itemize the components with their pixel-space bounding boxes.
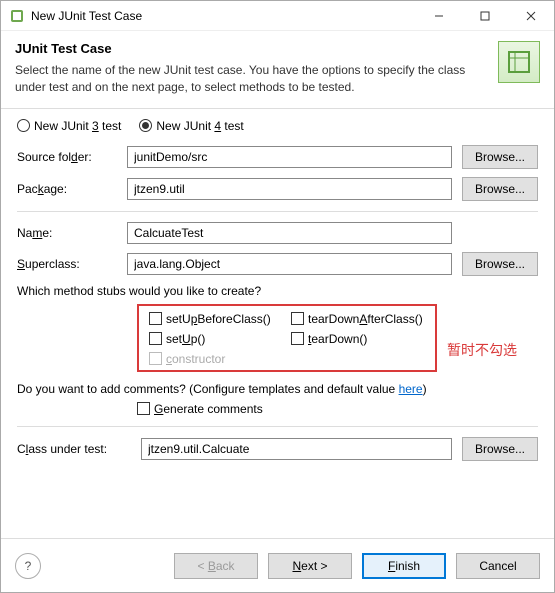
radio-label: New JUnit 3 test [34,119,121,133]
checkbox-label: Generate comments [154,402,263,416]
checkbox-label: tearDownAfterClass() [308,312,423,326]
name-input[interactable] [127,222,452,244]
maximize-button[interactable] [462,1,508,31]
superclass-input[interactable] [127,253,452,275]
back-button: < Back [174,553,258,579]
checkbox-icon [149,352,162,365]
checkbox-label: tearDown() [308,332,367,346]
window-controls [416,1,554,31]
package-label: Package: [17,182,117,196]
finish-button[interactable]: Finish [362,553,446,579]
page-title: JUnit Test Case [15,41,488,56]
class-under-test-label: Class under test: [17,442,131,456]
dialog-window: New JUnit Test Case JUnit Test Case Sele… [0,0,555,593]
checkbox-icon [291,312,304,325]
checkbox-label: setUpBeforeClass() [166,312,271,326]
close-button[interactable] [508,1,554,31]
junit-version-group: New JUnit 3 test New JUnit 4 test [17,119,538,133]
divider [17,211,538,212]
superclass-label: Superclass: [17,257,117,271]
stubs-question: Which method stubs would you like to cre… [17,284,538,298]
next-button[interactable]: Next > [268,553,352,579]
checkbox-icon [149,312,162,325]
checkbox-generate-comments[interactable]: Generate comments [137,402,263,416]
wizard-icon [498,41,540,83]
checkbox-constructor: constructor [149,352,283,366]
browse-superclass-button[interactable]: Browse... [462,252,538,276]
browse-package-button[interactable]: Browse... [462,177,538,201]
class-under-test-input[interactable] [141,438,452,460]
checkbox-teardownafterclass[interactable]: tearDownAfterClass() [291,312,425,326]
window-title: New JUnit Test Case [31,9,416,23]
name-label: Name: [17,226,117,240]
browse-source-button[interactable]: Browse... [462,145,538,169]
checkbox-icon [291,332,304,345]
radio-junit3[interactable]: New JUnit 3 test [17,119,121,133]
checkbox-setupbeforeclass[interactable]: setUpBeforeClass() [149,312,283,326]
annotation-text: 暂时不勾选 [447,340,517,360]
titlebar: New JUnit Test Case [1,1,554,31]
cancel-button[interactable]: Cancel [456,553,540,579]
page-description: Select the name of the new JUnit test ca… [15,62,488,96]
divider [17,426,538,427]
junit-icon [9,8,25,24]
checkbox-icon [149,332,162,345]
wizard-footer: ? < Back Next > Finish Cancel [1,538,554,592]
radio-icon [139,119,152,132]
minimize-button[interactable] [416,1,462,31]
radio-label: New JUnit 4 test [156,119,243,133]
radio-icon [17,119,30,132]
source-folder-label: Source folder: [17,150,117,164]
wizard-header: JUnit Test Case Select the name of the n… [1,31,554,109]
browse-cut-button[interactable]: Browse... [462,437,538,461]
help-button[interactable]: ? [15,553,41,579]
checkbox-label: setUp() [166,332,205,346]
checkbox-teardown[interactable]: tearDown() [291,332,425,346]
comments-question: Do you want to add comments? (Configure … [17,382,538,396]
configure-link[interactable]: here [399,382,423,396]
radio-junit4[interactable]: New JUnit 4 test [139,119,243,133]
checkbox-label: constructor [166,352,225,366]
package-input[interactable] [127,178,452,200]
source-folder-input[interactable] [127,146,452,168]
wizard-content: New JUnit 3 test New JUnit 4 test Source… [1,109,554,538]
stubs-highlight-box: setUpBeforeClass() tearDownAfterClass() … [137,304,437,372]
checkbox-setup[interactable]: setUp() [149,332,283,346]
checkbox-icon [137,402,150,415]
